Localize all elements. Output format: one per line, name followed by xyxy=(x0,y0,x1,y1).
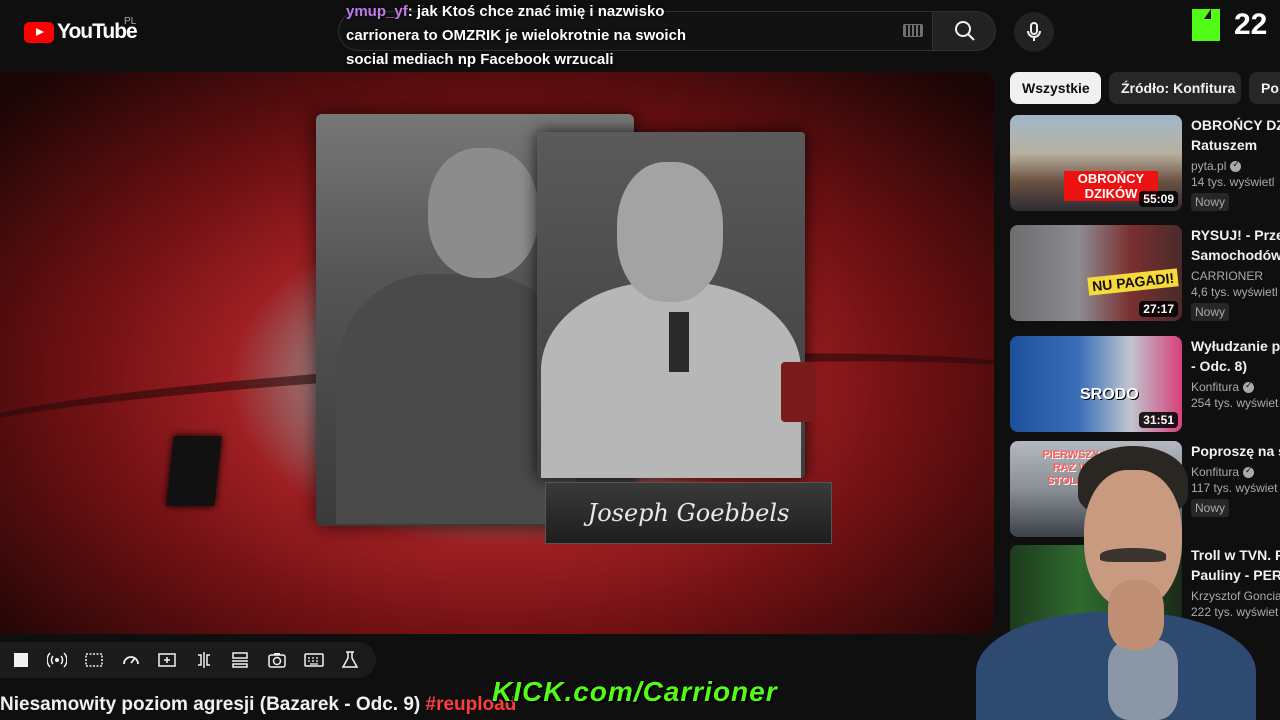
split-icon[interactable] xyxy=(193,649,215,671)
video-title-line2[interactable]: Samochodów xyxy=(1191,245,1280,265)
chat-text-line2: carrionera to OMZRIK je wielokrotnie na … xyxy=(346,27,687,44)
speed-icon[interactable] xyxy=(120,649,142,671)
camera-icon[interactable] xyxy=(266,649,288,671)
channel-name[interactable]: Konfitura xyxy=(1191,380,1280,394)
stop-icon[interactable] xyxy=(10,649,32,671)
chat-text-line3: social mediach np Facebook wrzucali xyxy=(346,51,614,68)
voice-search-button[interactable] xyxy=(1014,12,1054,52)
video-duration: 31:51 xyxy=(1139,412,1178,428)
video-thumbnail[interactable]: SRODO 31:51 xyxy=(1010,336,1182,432)
video-title-text: Niesamowity poziom agresji (Bazarek - Od… xyxy=(0,694,421,715)
youtube-play-icon xyxy=(24,21,54,43)
chat-message: ymup_yf: jak Ktoś chce znać imię i nazwi… xyxy=(346,0,866,72)
verified-icon xyxy=(1243,380,1255,393)
recommended-video-3[interactable]: SRODO 31:51 Wyłudzanie pi - Odc. 8) Konf… xyxy=(1010,336,1280,434)
recommended-video-2[interactable]: NU PAGADI! 27:17 RYSUJ! - Prze Samochodó… xyxy=(1010,225,1280,323)
video-photo-front xyxy=(537,132,815,478)
chat-username: ymup_yf xyxy=(346,3,408,20)
video-nameplate: Joseph Goebbels xyxy=(545,482,832,544)
verified-icon xyxy=(1230,159,1242,172)
video-duration: 55:09 xyxy=(1139,191,1178,207)
thumbnail-caption: NU PAGADI! xyxy=(1087,268,1179,296)
video-title-line2[interactable]: - Odc. 8) xyxy=(1191,356,1280,376)
video-meta: OBROŃCY DZ Ratuszem pyta.pl 14 tys. wyśw… xyxy=(1191,115,1280,211)
keyboard-icon[interactable] xyxy=(903,24,923,37)
recommended-video-1[interactable]: OBROŃCY DZIKÓW 55:09 OBROŃCY DZ Ratuszem… xyxy=(1010,115,1280,213)
view-count: 14 tys. wyświetl xyxy=(1191,175,1275,189)
region-code: PL xyxy=(124,16,137,27)
video-meta: Wyłudzanie pi - Odc. 8) Konfitura 254 ty… xyxy=(1191,336,1280,410)
search-icon xyxy=(955,21,975,41)
video-thumbnail[interactable]: NU PAGADI! 27:17 xyxy=(1010,225,1182,321)
search-button[interactable] xyxy=(932,11,996,51)
keyboard-icon[interactable] xyxy=(303,649,325,671)
streamer-webcam xyxy=(958,440,1258,720)
video-title: Niesamowity poziom agresji (Bazarek - Od… xyxy=(0,694,516,716)
video-player[interactable]: Joseph Goebbels xyxy=(0,72,994,634)
chat-text-line1: : jak Ktoś chce znać imię i nazwisko xyxy=(407,3,665,20)
theater-icon[interactable] xyxy=(83,649,105,671)
video-title-line1[interactable]: OBROŃCY DZ xyxy=(1191,115,1280,135)
lab-icon[interactable] xyxy=(339,649,361,671)
microphone-icon xyxy=(1027,22,1041,41)
new-badge: Nowy xyxy=(1191,193,1230,211)
chip-more[interactable]: Po xyxy=(1249,72,1280,104)
view-count: 254 tys. wyświet xyxy=(1191,396,1279,410)
video-meta: RYSUJ! - Prze Samochodów CARRIONER 4,6 t… xyxy=(1191,225,1280,321)
video-title-line1[interactable]: RYSUJ! - Prze xyxy=(1191,225,1280,245)
layout-icon[interactable] xyxy=(230,649,252,671)
viewer-count: 22 xyxy=(1234,8,1268,41)
video-duration: 27:17 xyxy=(1139,301,1178,317)
video-thumbnail[interactable]: OBROŃCY DZIKÓW 55:09 xyxy=(1010,115,1182,211)
new-badge: Nowy xyxy=(1191,303,1230,321)
youtube-logo[interactable]: YouTube xyxy=(24,20,138,44)
broadcast-icon[interactable] xyxy=(47,649,69,671)
chip-all[interactable]: Wszystkie xyxy=(1010,72,1101,104)
channel-name[interactable]: pyta.pl xyxy=(1191,159,1280,173)
video-title-line1[interactable]: Wyłudzanie pi xyxy=(1191,336,1280,356)
add-box-icon[interactable] xyxy=(156,649,178,671)
thumbnail-caption: SRODO xyxy=(1080,386,1139,403)
video-title-line2[interactable]: Ratuszem xyxy=(1191,135,1280,155)
video-prop xyxy=(166,436,222,506)
kick-channel-banner: KICK.com/Carrioner xyxy=(492,676,778,707)
kick-logo-icon xyxy=(1192,9,1220,41)
chip-source-konfitura[interactable]: Źródło: Konfitura xyxy=(1109,72,1241,104)
view-count: 4,6 tys. wyświetl xyxy=(1191,285,1278,299)
channel-name[interactable]: CARRIONER xyxy=(1191,269,1280,283)
player-toolbar xyxy=(0,642,376,678)
kick-viewer-badge: 22 xyxy=(1192,8,1267,42)
